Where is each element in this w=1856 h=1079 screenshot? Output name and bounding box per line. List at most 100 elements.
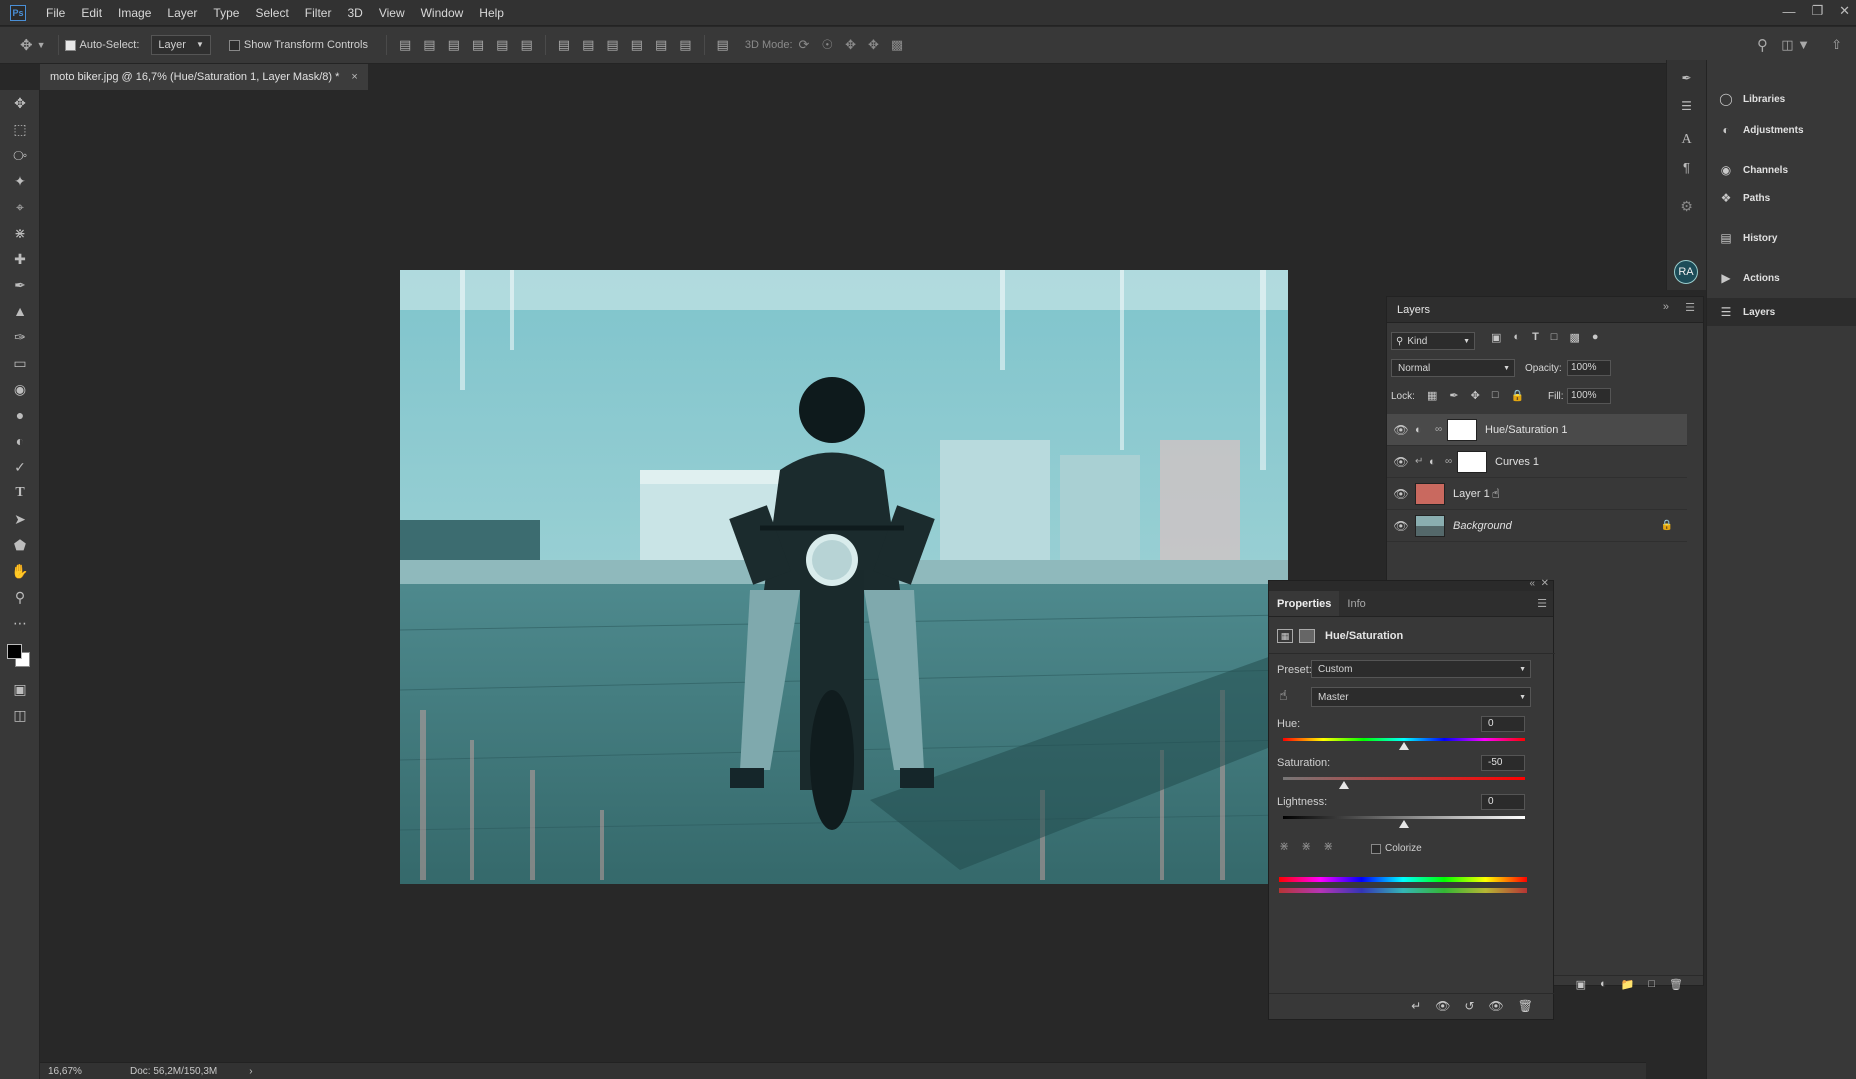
collapse-panel-icon[interactable]: «	[1529, 578, 1535, 589]
visibility-eye-icon[interactable]: 👁	[1387, 487, 1415, 501]
lightness-slider-track[interactable]	[1283, 816, 1525, 819]
avatar[interactable]: RA	[1674, 260, 1698, 284]
delete-adjustment-icon[interactable]: 🗑	[1518, 999, 1533, 1013]
eyedropper-icon[interactable]: ⋇	[1279, 839, 1289, 853]
eyedropper-plus-icon[interactable]: ⋇	[1301, 839, 1311, 853]
new-layer-icon[interactable]: □	[1648, 978, 1655, 991]
dock-layers[interactable]: ☰ Layers	[1707, 298, 1856, 326]
dodge-tool-icon[interactable]: ◐	[0, 428, 40, 454]
hue-input[interactable]: 0	[1481, 716, 1525, 732]
layer-row-hue-saturation[interactable]: 👁 ◐ ∞ Hue/Saturation 1	[1387, 414, 1687, 446]
paint-bucket-tool-icon[interactable]: ◉	[0, 376, 40, 402]
saturation-slider-track[interactable]	[1283, 777, 1525, 780]
align-hcenter-icon[interactable]: ▤	[496, 37, 508, 53]
roll-3d-icon[interactable]: ☉	[821, 37, 833, 53]
layer-row-background[interactable]: 👁 Background 🔒	[1387, 510, 1687, 542]
healing-brush-tool-icon[interactable]: ✚	[0, 246, 40, 272]
pan-3d-icon[interactable]: ✥	[845, 37, 856, 53]
quick-mask-icon[interactable]: ▣	[0, 676, 40, 702]
layer-mask-thumbnail[interactable]	[1447, 418, 1477, 441]
foreground-color-swatch[interactable]	[7, 644, 22, 659]
layer-row-curves[interactable]: 👁 ↵ ◐ ∞ Curves 1	[1387, 446, 1687, 478]
lock-all-icon[interactable]: 🔒	[1511, 389, 1525, 402]
shape-tool-icon[interactable]: ⬟	[0, 532, 40, 558]
panel-menu-icon[interactable]: ☰	[1685, 301, 1695, 314]
dock-channels[interactable]: ◉ Channels	[1707, 156, 1856, 184]
tab-properties[interactable]: Properties	[1269, 591, 1340, 616]
add-mask-icon[interactable]: ▣	[1576, 978, 1586, 991]
layer-mask-thumbnail[interactable]	[1457, 450, 1487, 473]
filter-kind-dropdown[interactable]: ⚲ Kind ▼	[1391, 332, 1475, 350]
menu-edit[interactable]: Edit	[73, 0, 110, 26]
auto-align-icon[interactable]: ▤	[717, 37, 729, 53]
menu-view[interactable]: View	[371, 0, 413, 26]
visibility-eye-icon[interactable]: 👁	[1387, 455, 1415, 469]
color-swatches[interactable]	[0, 636, 40, 676]
show-transform-checkbox[interactable]	[228, 39, 240, 51]
new-adjustment-icon[interactable]: ◐	[1600, 978, 1607, 991]
hand-tool-icon[interactable]: ✋	[0, 558, 40, 584]
restore-icon[interactable]: ❐	[1811, 3, 1823, 19]
dock-history[interactable]: ▤ History	[1707, 222, 1856, 254]
adjustment-grid-icon[interactable]: ▦	[1277, 629, 1293, 643]
document-canvas-image[interactable]	[400, 270, 1288, 884]
lock-transparent-icon[interactable]: ▦	[1427, 389, 1437, 402]
orbit-3d-icon[interactable]: ⟳	[799, 37, 810, 53]
eraser-tool-icon[interactable]: ▭	[0, 350, 40, 376]
share-icon[interactable]: ⇧	[1831, 37, 1842, 53]
chevron-right-icon[interactable]: ›	[249, 1066, 252, 1077]
eyedropper-tool-icon[interactable]: ⋇	[0, 220, 40, 246]
collapse-panel-icon[interactable]: »	[1663, 301, 1669, 313]
distribute-right-icon[interactable]: ▤	[679, 37, 691, 53]
distribute-left-icon[interactable]: ▤	[631, 37, 643, 53]
hue-slider-track[interactable]	[1283, 738, 1525, 741]
menu-select[interactable]: Select	[247, 0, 296, 26]
visibility-eye-icon[interactable]: 👁	[1387, 519, 1415, 533]
move-tool-icon[interactable]: ✥	[20, 36, 33, 54]
type-tool-icon[interactable]: T	[0, 480, 40, 506]
align-right-icon[interactable]: ▤	[520, 37, 532, 53]
distribute-top-icon[interactable]: ▤	[558, 37, 570, 53]
auto-select-dropdown[interactable]: Layer ▼	[151, 35, 211, 55]
saturation-input[interactable]: -50	[1481, 755, 1525, 771]
distribute-vcenter-icon[interactable]: ▤	[582, 37, 594, 53]
paragraph-panel-icon[interactable]: ¶	[1667, 140, 1706, 175]
hue-slider-knob[interactable]	[1399, 742, 1409, 750]
distribute-hcenter-icon[interactable]: ▤	[655, 37, 667, 53]
crop-tool-icon[interactable]: ⌖	[0, 194, 40, 220]
eyedropper-minus-icon[interactable]: ⋇	[1323, 839, 1333, 853]
hand-target-icon[interactable]: ☝	[1279, 687, 1288, 704]
pen-tool-icon[interactable]: ✓	[0, 454, 40, 480]
delete-layer-icon[interactable]: 🗑	[1669, 978, 1683, 991]
scale-3d-icon[interactable]: ▩	[891, 37, 903, 53]
menu-type[interactable]: Type	[205, 0, 247, 26]
blend-mode-dropdown[interactable]: Normal ▼	[1391, 359, 1515, 377]
filter-pixel-icon[interactable]: ▣	[1491, 331, 1501, 344]
mask-icon[interactable]	[1299, 629, 1315, 643]
toggle-visibility-icon[interactable]: 👁	[1489, 999, 1504, 1013]
close-tab-icon[interactable]: ×	[351, 71, 357, 83]
move-tool-icon[interactable]: ✥	[0, 90, 40, 116]
layer-thumbnail[interactable]	[1415, 482, 1445, 505]
fill-input[interactable]: 100%	[1567, 388, 1611, 404]
align-bottom-icon[interactable]: ▤	[448, 37, 460, 53]
workspace-icon[interactable]: ◫ ▼	[1781, 37, 1810, 53]
preset-dropdown[interactable]: Custom ▼	[1311, 660, 1531, 678]
more-tools-icon[interactable]: ⋯	[0, 610, 40, 636]
new-group-icon[interactable]: 📁	[1621, 978, 1635, 991]
clip-to-layer-icon[interactable]: ↵	[1411, 999, 1421, 1013]
menu-layer[interactable]: Layer	[159, 0, 205, 26]
align-left-icon[interactable]: ▤	[472, 37, 484, 53]
filter-adjustment-icon[interactable]: ◐	[1513, 331, 1520, 344]
view-previous-icon[interactable]: 👁	[1435, 999, 1450, 1013]
align-vcenter-icon[interactable]: ▤	[423, 37, 435, 53]
panel-menu-icon[interactable]: ☰	[1537, 591, 1547, 616]
blur-tool-icon[interactable]: ●	[0, 402, 40, 428]
auto-select-checkbox[interactable]	[64, 39, 76, 51]
dock-libraries[interactable]: ◯ Libraries	[1707, 82, 1856, 116]
dock-adjustments[interactable]: ◐ Adjustments	[1707, 116, 1856, 144]
zoom-level[interactable]: 16,67%	[48, 1066, 118, 1077]
screen-mode-icon[interactable]: ◫	[0, 702, 40, 728]
visibility-eye-icon[interactable]: 👁	[1387, 423, 1415, 437]
channel-dropdown[interactable]: Master ▼	[1311, 687, 1531, 707]
